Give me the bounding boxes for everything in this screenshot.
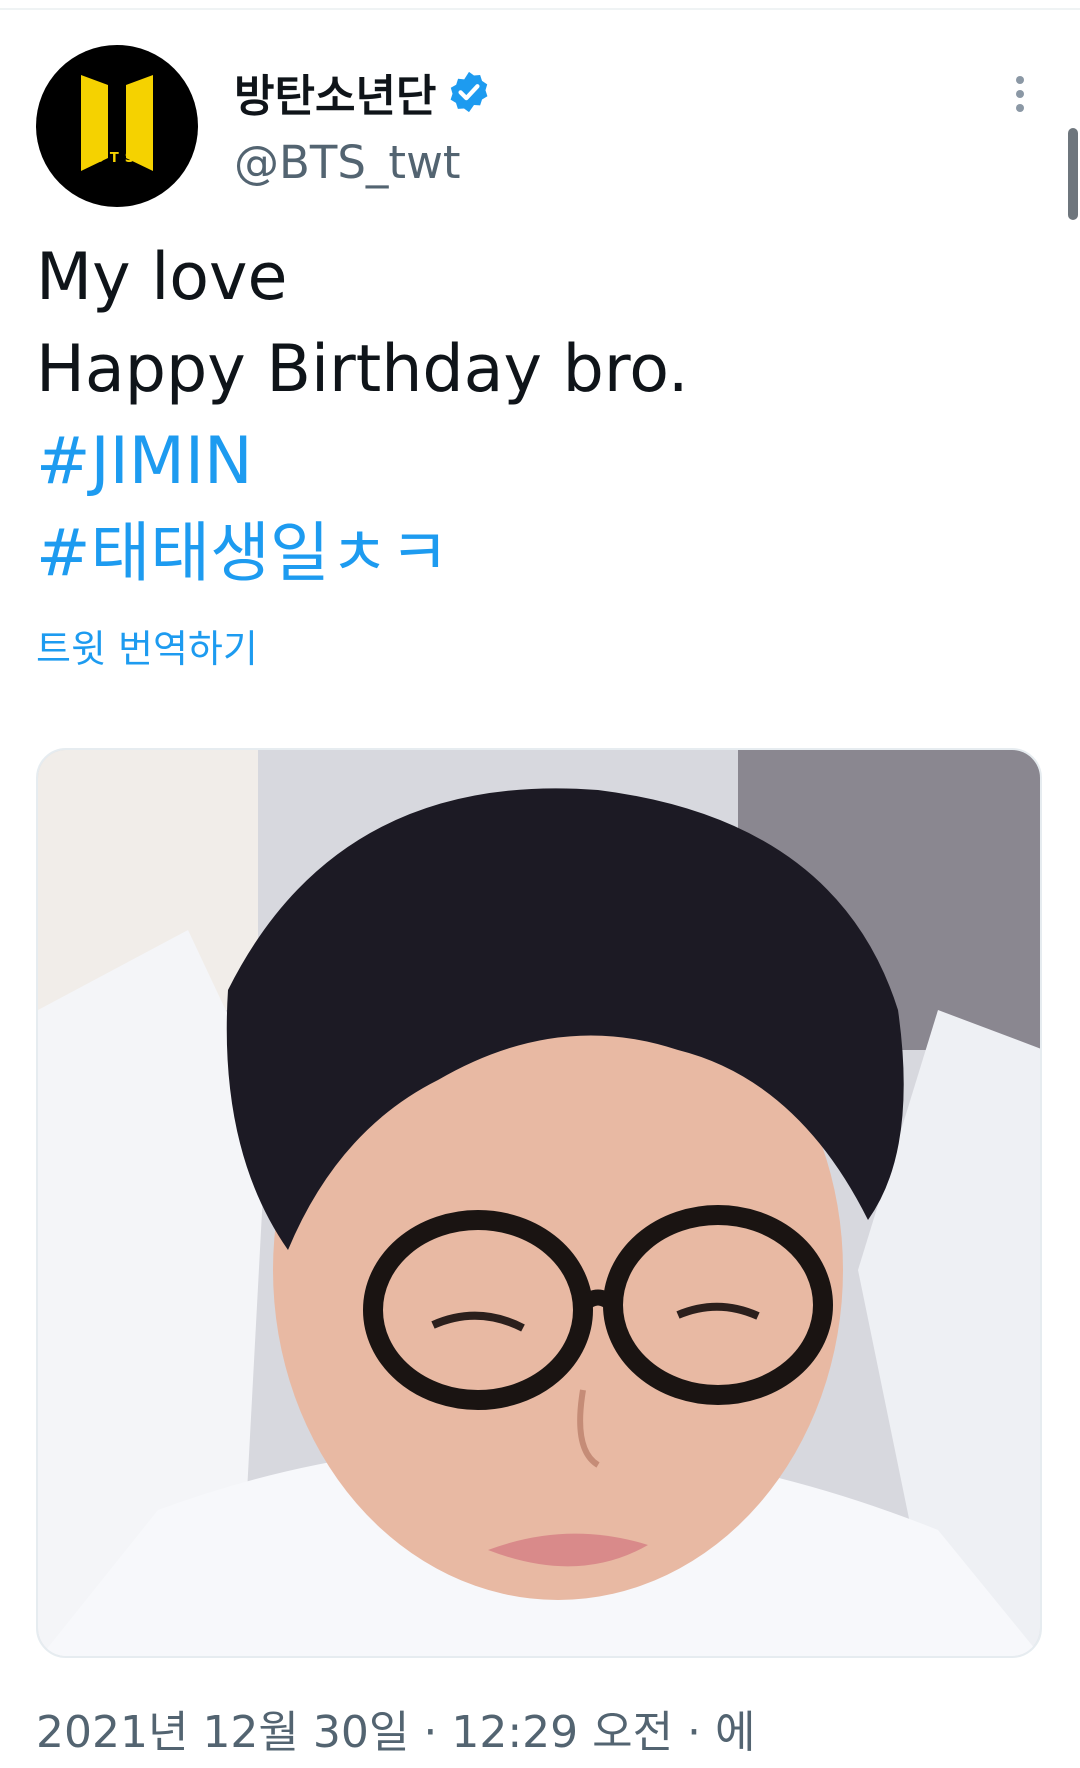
tweet-photo[interactable] xyxy=(36,748,1042,1658)
top-divider xyxy=(0,8,1080,10)
hashtag-link[interactable]: #JIMIN xyxy=(36,416,1046,508)
bts-logo-icon: BTS xyxy=(81,75,153,171)
hashtag-link[interactable]: #태태생일ㅊㅋ xyxy=(36,508,1046,600)
portrait-photo-image xyxy=(38,750,1040,1656)
avatar[interactable]: BTS xyxy=(36,45,198,207)
tweet-timestamp[interactable]: 2021년 12월 30일 · 12:29 오전 · 에 xyxy=(36,1696,756,1760)
more-dot xyxy=(1016,104,1024,112)
author-handle[interactable]: @BTS_twt xyxy=(234,136,461,189)
tweet-text: My love Happy Birthday bro. #JIMIN #태태생일… xyxy=(36,232,1046,600)
avatar-logo-text: BTS xyxy=(94,151,140,166)
more-dot xyxy=(1016,90,1024,98)
scrollbar[interactable] xyxy=(1068,128,1078,220)
more-dots-icon xyxy=(1016,76,1024,84)
verified-badge-icon xyxy=(446,69,492,115)
author-name-row[interactable]: 방탄소년단 xyxy=(234,62,492,122)
translate-tweet-link[interactable]: 트윗 번역하기 xyxy=(36,618,258,673)
tweet-line: Happy Birthday bro. xyxy=(36,332,689,407)
display-name[interactable]: 방탄소년단 xyxy=(234,60,436,124)
tweet-line: My love xyxy=(36,240,288,315)
more-options-button[interactable] xyxy=(998,64,1042,124)
